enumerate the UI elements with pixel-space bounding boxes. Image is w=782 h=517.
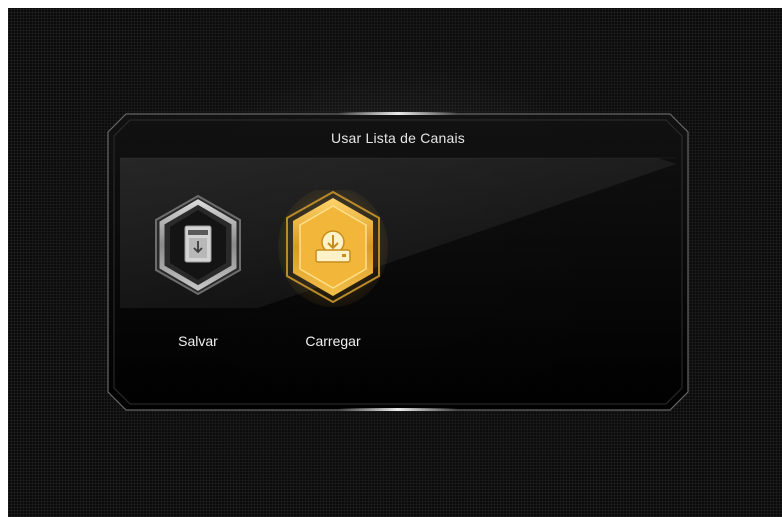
save-hexagon-icon xyxy=(155,194,241,296)
dialog-frame xyxy=(107,112,689,411)
tv-screen: Usar Lista de Canais Salvar Carregar xyxy=(8,8,782,517)
save-option-label: Salvar xyxy=(178,333,218,349)
load-option-button[interactable]: Carregar xyxy=(278,190,388,360)
save-to-storage-icon xyxy=(184,225,212,263)
dialog-title: Usar Lista de Canais xyxy=(331,130,465,146)
load-option-label: Carregar xyxy=(305,333,361,349)
load-hexagon-icon xyxy=(278,190,388,307)
save-option-button[interactable]: Salvar xyxy=(148,190,248,360)
